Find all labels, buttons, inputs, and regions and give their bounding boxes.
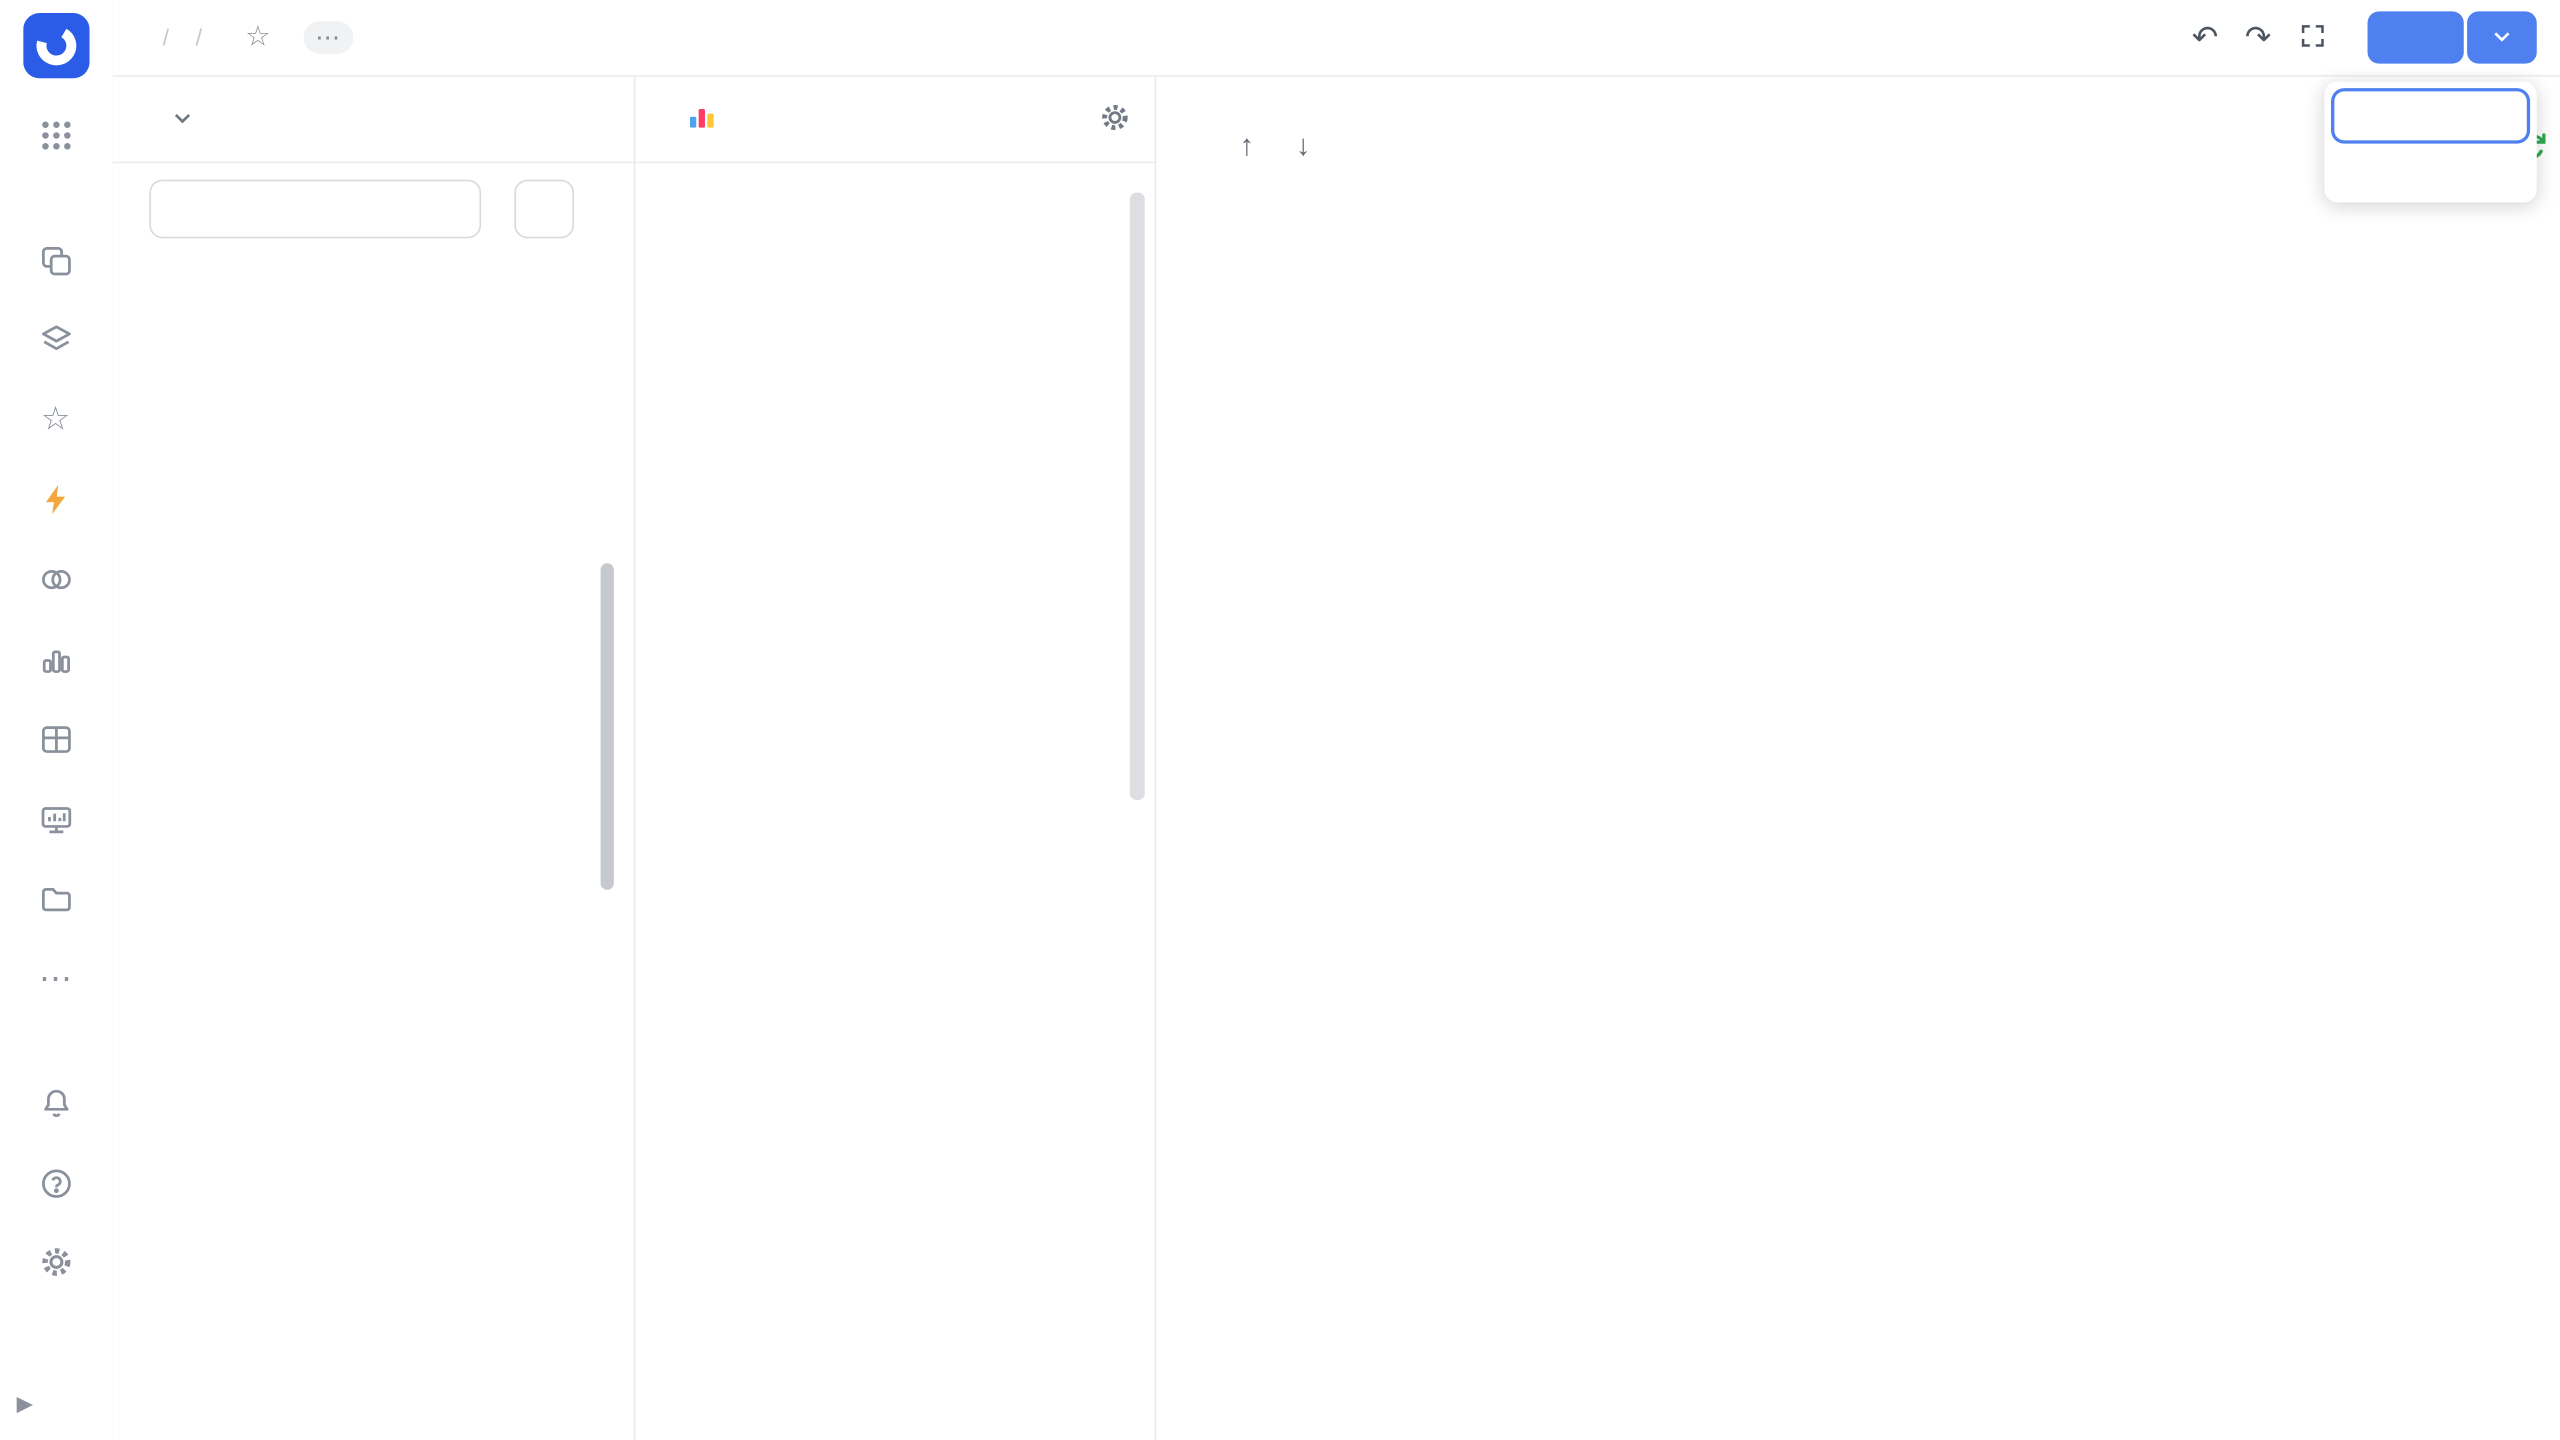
notifications-bell-icon[interactable] [0, 1068, 111, 1140]
search-input[interactable] [149, 180, 481, 239]
top-bar: / / ☆ ⋯ ↶ ↷ [113, 0, 2560, 77]
field-search-row [113, 163, 634, 238]
chart-config-panel [635, 77, 1156, 1440]
connections-icon[interactable] [0, 544, 111, 616]
save-button[interactable] [2368, 11, 2464, 63]
editor-lightning-icon[interactable] [0, 464, 111, 536]
dashboards-monitor-icon[interactable] [0, 784, 111, 856]
config-panel-scrollbar[interactable] [1130, 193, 1145, 800]
more-services-icon[interactable]: ⋯ [0, 944, 111, 1016]
apps-grid-icon[interactable] [0, 100, 111, 172]
save-menu-chevron-button[interactable] [2467, 11, 2537, 63]
breadcrumb: / / ☆ ⋯ [149, 21, 353, 54]
breadcrumb-separator: / [163, 24, 169, 50]
fullscreen-icon [2298, 20, 2328, 54]
chart-preview-panel: ↑ ↓ [1156, 77, 2560, 1440]
chart-settings-gear-icon[interactable] [1098, 100, 1131, 138]
folder-icon[interactable] [0, 864, 111, 936]
chevron-down-icon [2489, 22, 2516, 53]
menu-item-save-as-copy[interactable] [2334, 91, 2526, 140]
datasets-chart-icon[interactable] [0, 624, 111, 696]
stacked-column-chart [1223, 201, 2542, 1123]
help-question-icon[interactable] [0, 1148, 111, 1220]
settings-gear-icon[interactable] [0, 1226, 111, 1298]
favorite-star-icon[interactable]: ☆ [245, 21, 270, 54]
chart-type-header [635, 77, 1154, 164]
collapse-rail-icon[interactable]: ▶ [17, 1391, 34, 1417]
chevron-down-icon[interactable] [169, 104, 196, 135]
redo-icon[interactable]: ↷ [2245, 22, 2271, 53]
left-rail: ☆ ⋯ ▶ [0, 0, 114, 1440]
sort-ascending-icon[interactable]: ↑ [1239, 129, 1254, 163]
dataset-panel [113, 77, 636, 1440]
undo-icon[interactable]: ↶ [2192, 22, 2218, 53]
favorites-star-icon[interactable]: ☆ [0, 384, 111, 456]
fullscreen-button[interactable] [2298, 20, 2341, 54]
menu-item-save-as-draft[interactable] [2334, 144, 2526, 193]
column-chart-icon[interactable] [685, 100, 718, 138]
field-list [113, 253, 634, 1440]
dataset-panel-header [113, 77, 634, 164]
charts-grid-icon[interactable] [0, 704, 111, 776]
collections-icon[interactable] [0, 304, 111, 376]
save-menu [2324, 82, 2536, 203]
breadcrumb-separator: / [196, 24, 202, 50]
add-field-button[interactable] [514, 180, 574, 239]
field-list-scrollbar[interactable] [601, 563, 614, 890]
app-window: ☆ ⋯ ▶ / [0, 0, 2560, 1440]
workbooks-icon[interactable] [0, 225, 111, 297]
datalens-logo[interactable] [23, 13, 89, 78]
sort-descending-icon[interactable]: ↓ [1296, 129, 1311, 163]
more-actions-icon[interactable]: ⋯ [304, 21, 354, 54]
